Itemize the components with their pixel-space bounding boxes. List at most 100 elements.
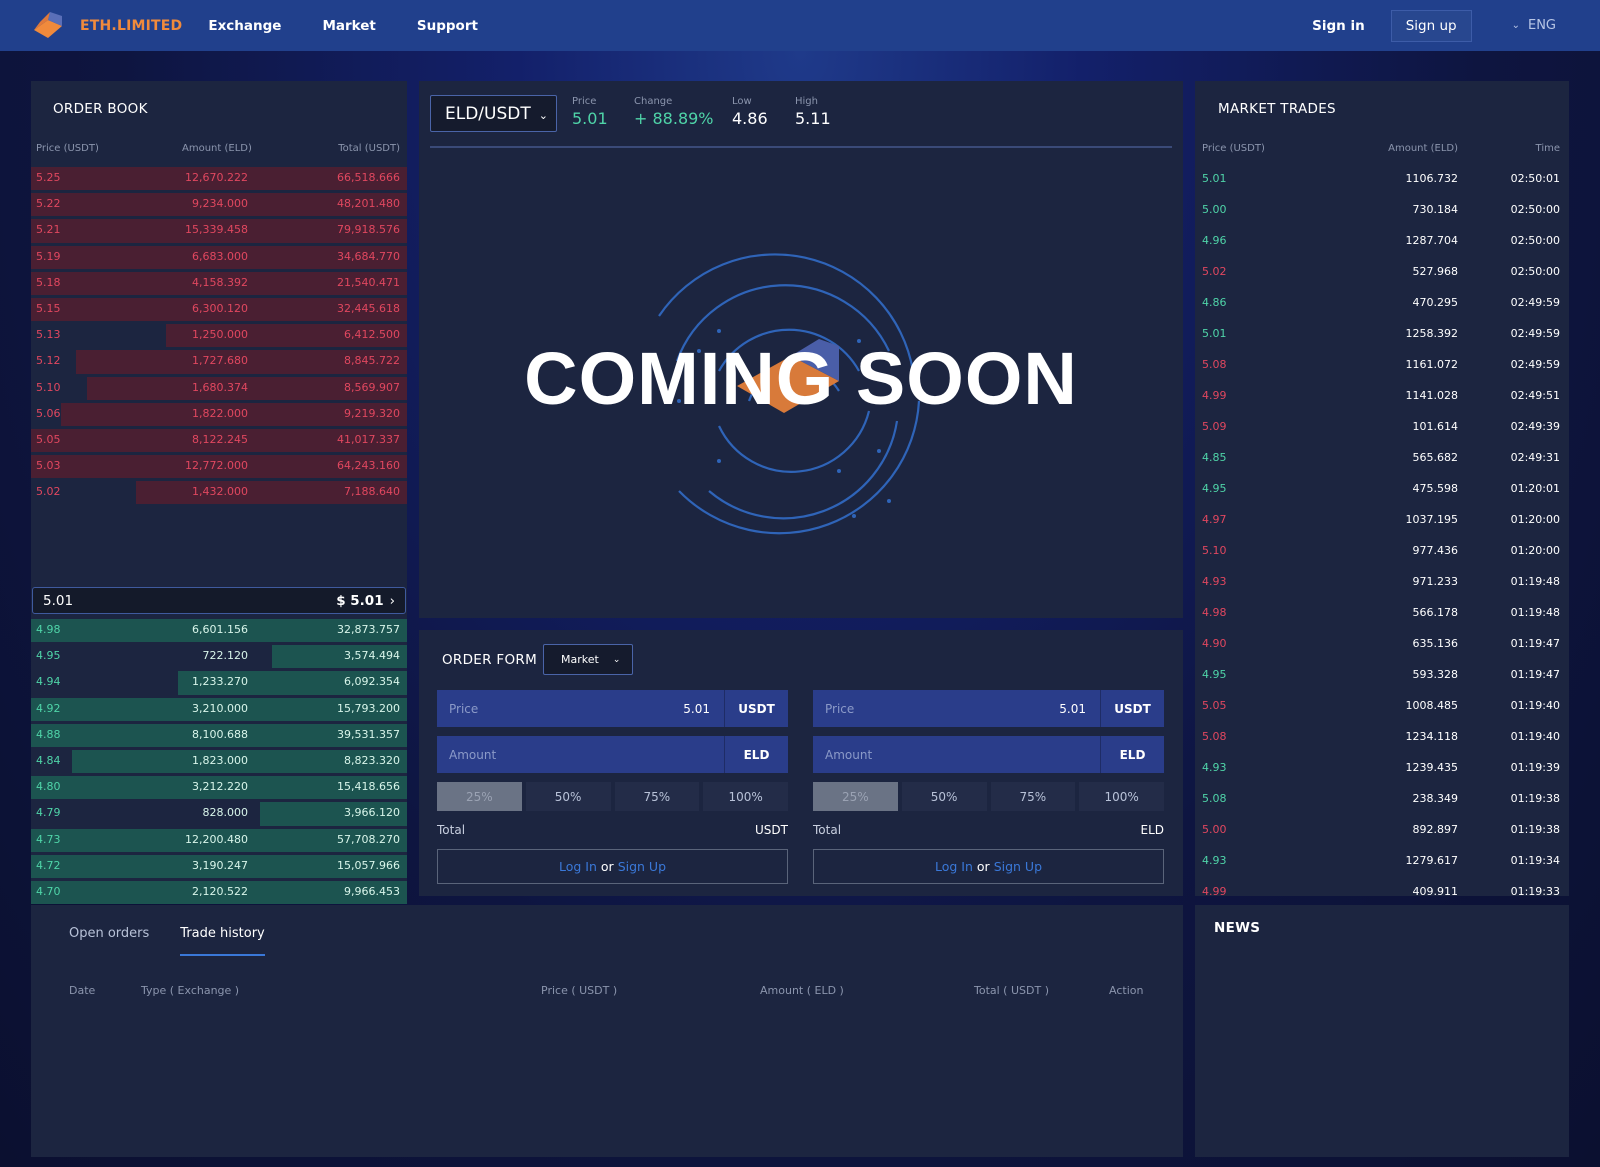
bid-row[interactable]: 4.88 8,100.688 39,531.357	[31, 723, 407, 749]
bid-amount: 828.000	[202, 806, 249, 820]
ticker-change-value: + 88.89%	[634, 109, 714, 128]
buy-pct-100-button[interactable]: 100%	[703, 782, 788, 811]
logo[interactable]: ETH.LIMITED	[32, 11, 182, 40]
mid-price-usd[interactable]: $ 5.01 ›	[336, 593, 395, 609]
bid-row[interactable]: 4.73 12,200.480 57,708.270	[31, 828, 407, 854]
buy-amount-unit: ELD	[724, 736, 788, 773]
bid-row[interactable]: 4.72 3,190.247 15,057.966	[31, 854, 407, 880]
bid-row[interactable]: 4.92 3,210.000 15,793.200	[31, 697, 407, 723]
bid-row[interactable]: 4.95 722.120 3,574.494	[31, 644, 407, 670]
bid-price: 4.73	[36, 832, 61, 846]
sign-in-link[interactable]: Sign in	[1312, 18, 1365, 34]
sell-total-label: Total	[813, 823, 842, 837]
trade-amount: 1239.435	[1405, 761, 1459, 774]
ask-total: 8,569.907	[344, 380, 400, 394]
ask-amount: 1,432.000	[192, 485, 248, 499]
bid-amount: 722.120	[202, 649, 249, 663]
trade-amount: 238.349	[1412, 792, 1459, 805]
sell-login-link[interactable]: Log In	[935, 859, 973, 874]
ask-total: 64,243.160	[337, 459, 400, 473]
tr-col-price: Price (USDT)	[1202, 143, 1265, 154]
bid-row[interactable]: 4.80 3,212.220 15,418.656	[31, 775, 407, 801]
ask-total: 41,017.337	[337, 432, 400, 446]
trade-price: 5.00	[1202, 203, 1227, 216]
ask-amount: 1,727.680	[192, 354, 248, 368]
trade-amount: 565.682	[1412, 451, 1459, 464]
trade-row: 4.99 1141.028 02:49:51	[1195, 383, 1569, 414]
ask-row[interactable]: 5.19 6,683.000 34,684.770	[31, 245, 407, 271]
ask-amount: 1,680.374	[192, 380, 248, 394]
order-form-panel: ORDER FORM Market ⌄ Price 5.01 USDT Amou…	[419, 630, 1183, 896]
bid-total: 6,092.354	[344, 675, 400, 689]
ask-row[interactable]: 5.13 1,250.000 6,412.500	[31, 323, 407, 349]
tab-open-orders[interactable]: Open orders	[69, 926, 149, 956]
trade-row: 5.00 730.184 02:50:00	[1195, 197, 1569, 228]
tab-trade-history[interactable]: Trade history	[180, 926, 265, 956]
ticker-low-value: 4.86	[732, 109, 768, 128]
bid-amount: 12,200.480	[185, 832, 248, 846]
ask-row[interactable]: 5.03 12,772.000 64,243.160	[31, 454, 407, 480]
sell-signup-link[interactable]: Sign Up	[994, 859, 1042, 874]
bid-row[interactable]: 4.94 1,233.270 6,092.354	[31, 670, 407, 696]
order-book-mid-price[interactable]: 5.01 $ 5.01 ›	[32, 587, 406, 614]
ask-row[interactable]: 5.02 1,432.000 7,188.640	[31, 480, 407, 506]
buy-login-link[interactable]: Log In	[559, 859, 597, 874]
ask-price: 5.10	[36, 380, 61, 394]
sign-up-button[interactable]: Sign up	[1390, 9, 1472, 42]
hist-col-total: Total ( USDT )	[974, 984, 1049, 997]
buy-pct-25-button[interactable]: 25%	[437, 782, 522, 811]
buy-pct-75-button[interactable]: 75%	[614, 782, 700, 811]
ask-row[interactable]: 5.18 4,158.392 21,540.471	[31, 271, 407, 297]
ask-row[interactable]: 5.15 6,300.120 32,445.618	[31, 297, 407, 323]
bid-total: 3,966.120	[344, 806, 400, 820]
trade-time: 01:19:48	[1510, 606, 1560, 619]
buy-percent-buttons: 25% 50% 75% 100%	[437, 782, 788, 811]
ask-row[interactable]: 5.21 15,339.458 79,918.576	[31, 218, 407, 244]
ask-total: 9,219.320	[344, 406, 400, 420]
trade-time: 01:20:01	[1510, 482, 1560, 495]
order-type-select[interactable]: Market ⌄	[543, 644, 633, 675]
trade-time: 01:19:39	[1510, 761, 1560, 774]
bid-total: 32,873.757	[337, 623, 400, 636]
order-book-panel: ORDER BOOK Price (USDT) Amount (ELD) Tot…	[31, 81, 407, 957]
ask-price: 5.15	[36, 301, 61, 315]
nav-exchange[interactable]: Exchange	[208, 18, 281, 34]
sell-pct-25-button[interactable]: 25%	[813, 782, 898, 811]
hist-col-date: Date	[69, 984, 96, 997]
ask-row[interactable]: 5.05 8,122.245 41,017.337	[31, 428, 407, 454]
buy-amount-field[interactable]: Amount ELD	[437, 736, 788, 773]
bid-row[interactable]: 4.84 1,823.000 8,823.320	[31, 749, 407, 775]
buy-price-field[interactable]: Price 5.01 USDT	[437, 690, 788, 727]
sell-pct-50-button[interactable]: 50%	[901, 782, 987, 811]
sell-pct-75-button[interactable]: 75%	[990, 782, 1076, 811]
bid-price: 4.92	[36, 701, 61, 715]
ask-row[interactable]: 5.06 1,822.000 9,219.320	[31, 402, 407, 428]
buy-signup-link[interactable]: Sign Up	[618, 859, 666, 874]
ask-row[interactable]: 5.12 1,727.680 8,845.722	[31, 349, 407, 375]
nav-market[interactable]: Market	[322, 18, 375, 34]
bid-row[interactable]: 4.70 2,120.522 9,966.453	[31, 880, 407, 906]
buy-pct-50-button[interactable]: 50%	[525, 782, 611, 811]
ask-row[interactable]: 5.22 9,234.000 48,201.480	[31, 192, 407, 218]
sell-amount-field[interactable]: Amount ELD	[813, 736, 1164, 773]
language-selector[interactable]: ⌄ ENG	[1512, 18, 1556, 33]
buy-total-row: Total USDT	[437, 823, 788, 837]
order-book-header: Price (USDT) Amount (ELD) Total (USDT)	[31, 143, 407, 159]
tr-col-time: Time	[1535, 143, 1560, 154]
bid-total: 3,574.494	[344, 649, 400, 663]
bid-price: 4.84	[36, 753, 61, 767]
bid-price: 4.70	[36, 884, 61, 898]
ask-amount: 1,822.000	[192, 406, 248, 420]
trade-amount: 593.328	[1412, 668, 1459, 681]
ask-row[interactable]: 5.25 12,670.222 66,518.666	[31, 166, 407, 192]
sell-price-field[interactable]: Price 5.01 USDT	[813, 690, 1164, 727]
bid-row[interactable]: 4.98 6,601.156 32,873.757	[31, 618, 407, 644]
trade-time: 01:19:40	[1510, 699, 1560, 712]
ask-row[interactable]: 5.10 1,680.374 8,569.907	[31, 376, 407, 402]
bid-row[interactable]: 4.79 828.000 3,966.120	[31, 801, 407, 827]
nav-support[interactable]: Support	[417, 18, 478, 34]
pair-selector[interactable]: ELD/USDT ⌄	[430, 95, 557, 132]
trade-time: 02:50:01	[1510, 172, 1560, 185]
trade-price: 4.99	[1202, 885, 1227, 896]
sell-pct-100-button[interactable]: 100%	[1079, 782, 1164, 811]
